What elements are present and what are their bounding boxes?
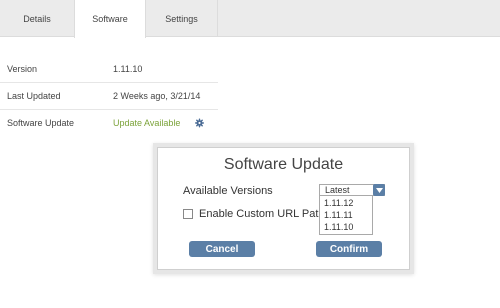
- tab-software[interactable]: Software: [74, 0, 146, 38]
- version-label: Version: [7, 63, 38, 74]
- cancel-button[interactable]: Cancel: [189, 241, 255, 257]
- tab-settings[interactable]: Settings: [146, 0, 218, 37]
- chevron-down-icon[interactable]: [373, 184, 385, 196]
- last-updated-label: Last Updated: [7, 90, 61, 101]
- available-versions-label: Available Versions: [183, 185, 273, 197]
- dialog-title: Software Update: [223, 156, 344, 173]
- version-select[interactable]: Latest: [319, 184, 385, 196]
- version-option[interactable]: 1.11.12: [324, 197, 353, 209]
- version-option[interactable]: 1.11.11: [324, 209, 353, 221]
- last-updated-row: Last Updated 2 Weeks ago, 3/21/14: [0, 82, 218, 109]
- version-option[interactable]: 1.11.10: [324, 221, 353, 233]
- version-row: Version 1.11.10: [0, 55, 218, 82]
- gear-icon[interactable]: [195, 118, 204, 127]
- software-update-row: Software Update Update Available: [0, 109, 218, 136]
- custom-url-checkbox[interactable]: [183, 209, 193, 219]
- version-options-list: 1.11.12 1.11.11 1.11.10: [319, 195, 373, 235]
- tab-bar: Details Software Settings: [0, 0, 500, 38]
- custom-url-option: Enable Custom URL Path: [183, 208, 325, 220]
- tab-details[interactable]: Details: [0, 0, 74, 37]
- software-update-label: Software Update: [7, 117, 75, 128]
- confirm-button[interactable]: Confirm: [316, 241, 382, 257]
- custom-url-label: Enable Custom URL Path: [199, 208, 325, 220]
- selected-version: Latest: [325, 185, 350, 195]
- software-update-dialog: Software Update Available Versions Enabl…: [157, 147, 410, 270]
- version-value: 1.11.10: [113, 63, 143, 74]
- last-updated-value: 2 Weeks ago, 3/21/14: [113, 90, 201, 101]
- update-available-link[interactable]: Update Available: [113, 118, 180, 128]
